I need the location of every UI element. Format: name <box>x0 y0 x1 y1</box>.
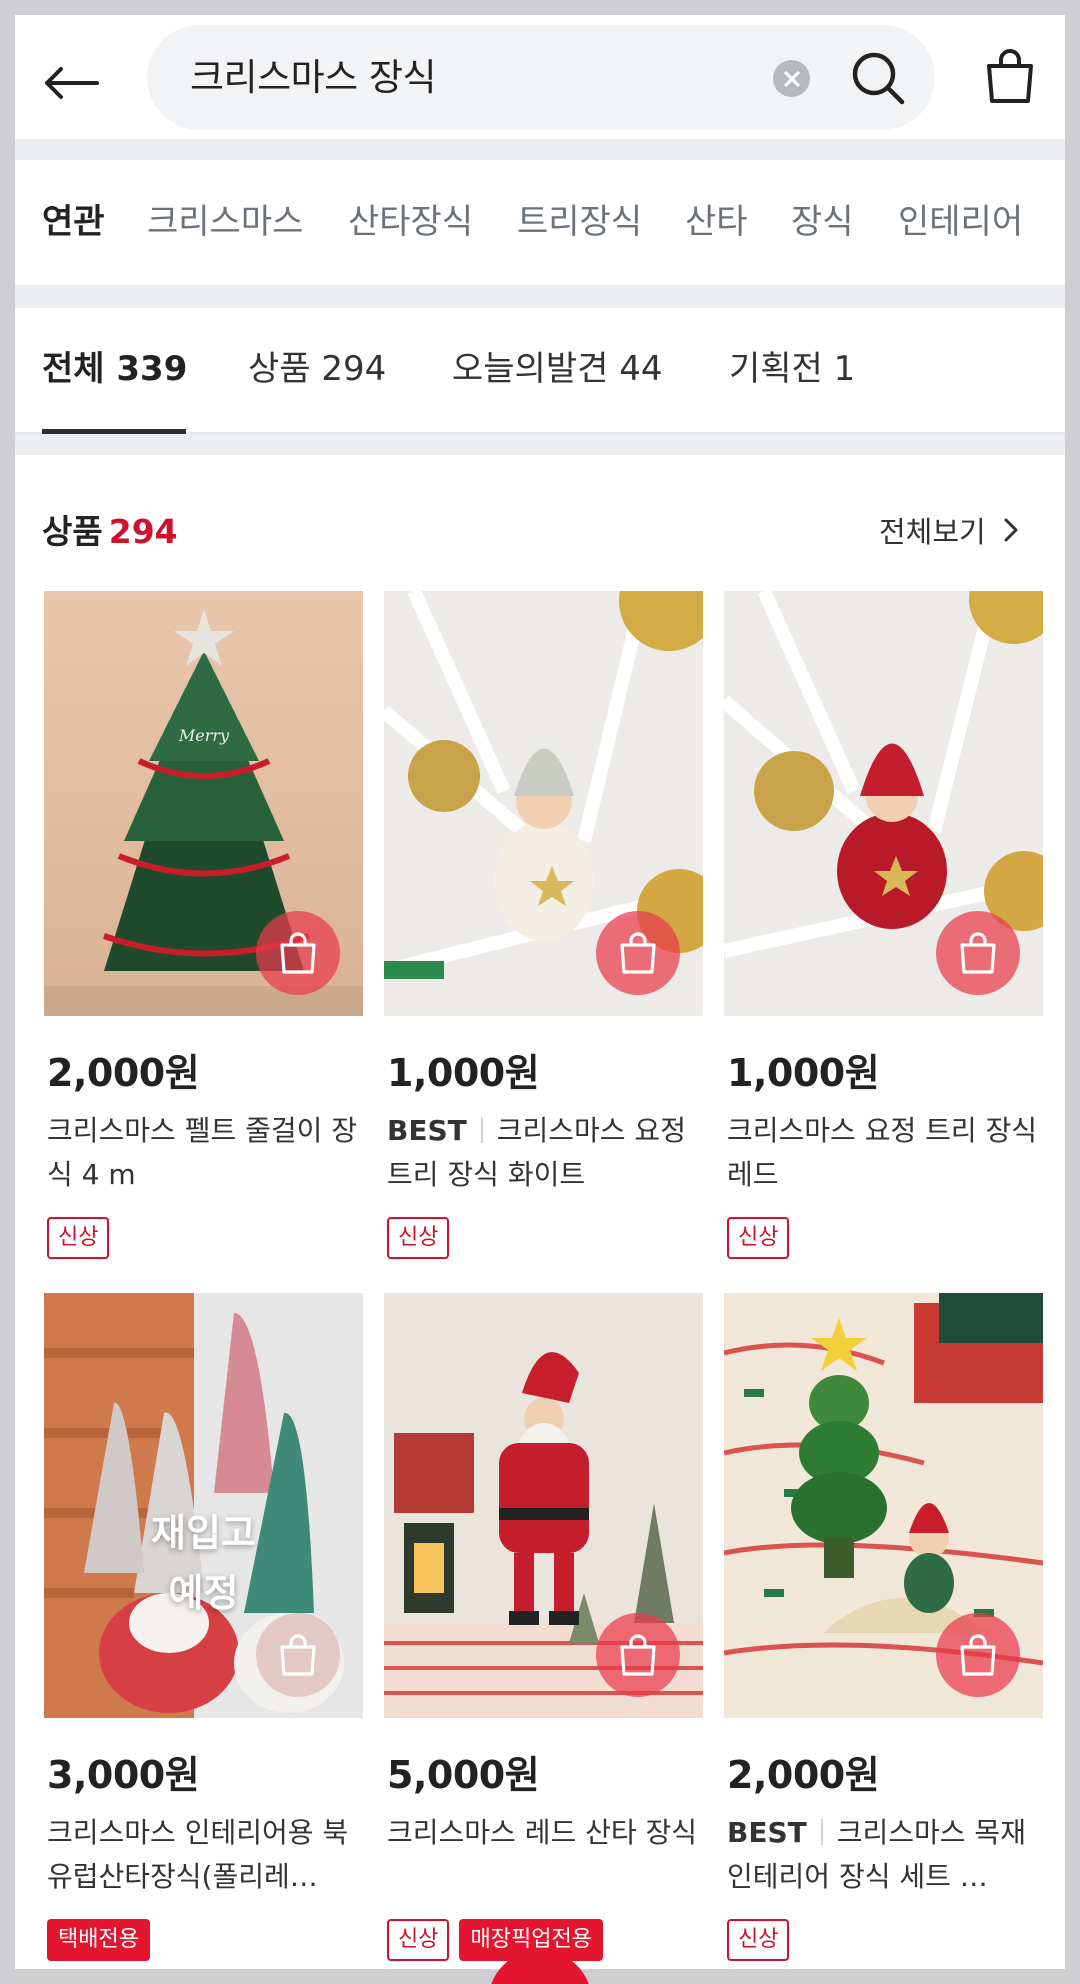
related-keywords-bar: 연관 크리스마스 산타장식 트리장식 산타 장식 인테리어 리 <box>15 160 1065 285</box>
product-image[interactable] <box>724 1293 1043 1718</box>
svg-text:Merry: Merry <box>178 726 230 745</box>
tab-products[interactable]: 상품 294 <box>248 308 386 430</box>
product-name-text: 크리스마스 레드 산타 장식 <box>387 1816 698 1849</box>
product-name-text: 크리스마스 인테리어용 북유럽산타장식(폴리레… <box>47 1816 349 1893</box>
related-keyword[interactable]: 장식 <box>791 160 854 285</box>
product-name[interactable]: BEST 크리스마스 목재 인테리어 장식 세트 … <box>727 1811 1043 1899</box>
product-name[interactable]: 크리스마스 펠트 줄걸이 장식 4 m <box>47 1109 363 1197</box>
tab-exhibitions[interactable]: 기획전 1 <box>729 308 855 430</box>
product-badges: 신상 <box>47 1217 363 1259</box>
shopping-bag-icon <box>280 1634 316 1676</box>
close-icon <box>783 70 800 87</box>
result-tabs: 전체 339 상품 294 오늘의발견 44 기획전 1 <box>15 308 1065 434</box>
section-title: 상품 294 <box>42 505 178 553</box>
shopping-bag-icon <box>280 932 316 974</box>
badge-delivery-only: 택배전용 <box>47 1919 150 1961</box>
related-label: 연관 <box>42 202 105 242</box>
product-image[interactable]: 재입고 예정 <box>44 1293 363 1718</box>
product-badges: 신상 <box>727 1919 1043 1961</box>
search-query[interactable]: 크리스마스 장식 <box>190 25 437 130</box>
divider <box>480 1117 483 1143</box>
see-all-link[interactable]: 전체보기 <box>879 509 1018 551</box>
shopping-bag-icon <box>960 932 996 974</box>
product-price: 2,000원 <box>47 1051 200 1095</box>
product-name-text: 크리스마스 펠트 줄걸이 장식 4 m <box>47 1114 358 1191</box>
divider <box>820 1819 823 1845</box>
product-price: 5,000원 <box>387 1753 540 1797</box>
product-card[interactable]: 1,000원 BEST 크리스마스 요정 트리 장식 화이트 신상 <box>384 591 703 1259</box>
search-input[interactable]: 크리스마스 장식 <box>147 25 935 130</box>
badge-new: 신상 <box>727 1919 790 1961</box>
best-label: BEST <box>387 1114 467 1147</box>
product-name[interactable]: 크리스마스 인테리어용 북유럽산타장식(폴리레… <box>47 1811 363 1899</box>
product-card[interactable]: 2,000원 BEST 크리스마스 목재 인테리어 장식 세트 … 신상 <box>724 1293 1043 1961</box>
product-card[interactable]: 1,000원 크리스마스 요정 트리 장식 레드 신상 <box>724 591 1043 1259</box>
related-keyword[interactable]: 크리스마스 <box>147 160 303 285</box>
chevron-right-icon <box>1004 518 1018 542</box>
related-keyword[interactable]: 인테리어 <box>898 160 1023 285</box>
product-badges: 신상 <box>727 1217 1043 1259</box>
product-card[interactable]: 5,000원 크리스마스 레드 산타 장식 신상 매장픽업전용 <box>384 1293 703 1961</box>
back-button[interactable] <box>41 53 101 113</box>
badge-new: 신상 <box>387 1919 450 1961</box>
related-keyword[interactable]: 산타장식 <box>348 160 473 285</box>
product-name[interactable]: 크리스마스 요정 트리 장식 레드 <box>727 1109 1043 1197</box>
add-to-cart-button[interactable] <box>256 911 340 995</box>
app-frame: 크리스마스 장식 연관 크리스마스 산타장식 트리장식 산타 장식 인테리어 전… <box>15 15 1065 1969</box>
restock-overlay: 재입고 예정 <box>44 1503 363 1623</box>
cart-button[interactable] <box>980 45 1040 107</box>
product-name-text: 크리스마스 요정 트리 장식 레드 <box>727 1114 1038 1191</box>
active-tab-indicator <box>42 429 186 434</box>
products-section: 상품 294 전체보기 Merry 2,000원 크리스마스 펠트 줄걸이 장식… <box>15 455 1065 1969</box>
section-count: 294 <box>108 512 178 551</box>
product-badges: 신상 <box>387 1217 703 1259</box>
product-name[interactable]: BEST 크리스마스 요정 트리 장식 화이트 <box>387 1109 703 1197</box>
badge-new: 신상 <box>47 1217 110 1259</box>
search-button[interactable] <box>847 47 909 109</box>
product-image[interactable]: Merry <box>44 591 363 1016</box>
arrow-left-icon <box>45 67 99 99</box>
product-card[interactable]: Merry 2,000원 크리스마스 펠트 줄걸이 장식 4 m 신상 <box>44 591 363 1259</box>
add-to-cart-button[interactable] <box>936 911 1020 995</box>
product-image[interactable] <box>724 591 1043 1016</box>
search-icon <box>852 52 905 105</box>
add-to-cart-button[interactable] <box>256 1613 340 1697</box>
section-title-label: 상품 <box>42 512 103 551</box>
add-to-cart-button[interactable] <box>596 911 680 995</box>
add-to-cart-button[interactable] <box>596 1613 680 1697</box>
product-price: 3,000원 <box>47 1753 200 1797</box>
see-all-label: 전체보기 <box>879 515 986 549</box>
restock-text: 재입고 예정 <box>151 1511 256 1615</box>
product-image[interactable] <box>384 1293 703 1718</box>
shopping-bag-icon <box>960 1634 996 1676</box>
product-price: 2,000원 <box>727 1753 880 1797</box>
add-to-cart-button[interactable] <box>936 1613 1020 1697</box>
clear-search-button[interactable] <box>773 60 810 97</box>
tab-all[interactable]: 전체 339 <box>42 308 187 430</box>
related-keyword[interactable]: 트리장식 <box>517 160 642 285</box>
tab-today-discovery[interactable]: 오늘의발견 44 <box>452 308 662 430</box>
product-name[interactable]: 크리스마스 레드 산타 장식 <box>387 1811 703 1899</box>
related-keyword[interactable]: 산타 <box>685 160 748 285</box>
product-badges: 택배전용 <box>47 1919 363 1961</box>
product-price: 1,000원 <box>387 1051 540 1095</box>
shopping-bag-icon <box>620 932 656 974</box>
shopping-bag-icon <box>620 1634 656 1676</box>
badge-new: 신상 <box>387 1217 450 1259</box>
product-price: 1,000원 <box>727 1051 880 1095</box>
badge-new: 신상 <box>727 1217 790 1259</box>
product-image[interactable] <box>384 591 703 1016</box>
best-label: BEST <box>727 1816 807 1849</box>
search-header: 크리스마스 장식 <box>15 15 1065 139</box>
product-card[interactable]: 재입고 예정 3,000원 크리스마스 인테리어용 북유럽산타장식(폴리레… 택… <box>44 1293 363 1961</box>
shopping-bag-icon <box>987 49 1033 103</box>
